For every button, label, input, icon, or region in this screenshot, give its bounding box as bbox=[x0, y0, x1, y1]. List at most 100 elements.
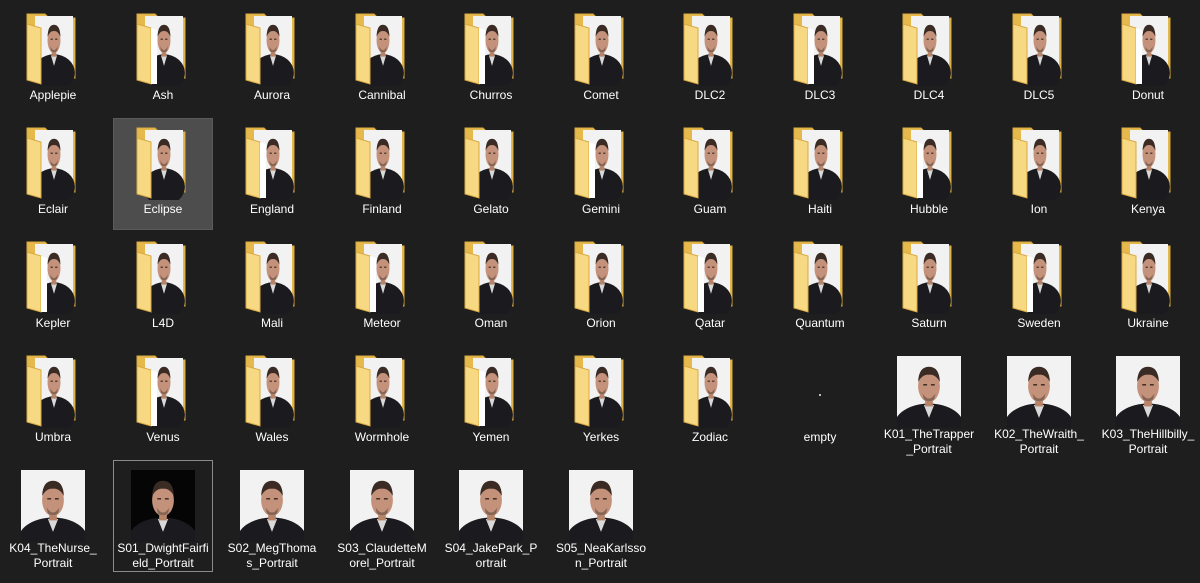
item-thumbnail bbox=[661, 8, 759, 86]
folder-item[interactable]: Umbra bbox=[3, 346, 103, 458]
item-thumbnail bbox=[990, 8, 1088, 86]
item-thumbnail bbox=[1099, 236, 1197, 314]
folder-item[interactable]: Orion bbox=[551, 232, 651, 344]
item-thumbnail bbox=[114, 8, 212, 86]
folder-item[interactable]: Eclipse bbox=[113, 118, 213, 230]
item-thumbnail bbox=[990, 122, 1088, 200]
file-item[interactable]: K01_TheTrapper_Portrait bbox=[879, 346, 979, 458]
item-label: Quantum bbox=[795, 316, 845, 330]
item-thumbnail bbox=[771, 8, 869, 86]
folder-item[interactable]: L4D bbox=[113, 232, 213, 344]
folder-item[interactable]: Eclair bbox=[3, 118, 103, 230]
portrait-image-icon bbox=[131, 470, 195, 542]
folder-item[interactable]: DLC3 bbox=[770, 4, 870, 116]
item-thumbnail bbox=[442, 8, 540, 86]
folder-item[interactable]: Ash bbox=[113, 4, 213, 116]
item-label: Gelato bbox=[473, 202, 509, 216]
file-item[interactable]: S01_DwightFairfield_Portrait bbox=[113, 460, 213, 572]
folder-item[interactable]: Comet bbox=[551, 4, 651, 116]
folder-with-portrait-icon bbox=[26, 13, 76, 86]
folder-item[interactable]: Gelato bbox=[441, 118, 541, 230]
item-thumbnail bbox=[880, 8, 978, 86]
folder-item[interactable]: DLC2 bbox=[660, 4, 760, 116]
file-item[interactable]: S02_MegThomas_Portrait bbox=[222, 460, 322, 572]
file-item[interactable]: S04_JakePark_Portrait bbox=[441, 460, 541, 572]
item-label: L4D bbox=[151, 316, 174, 330]
folder-with-portrait-icon bbox=[245, 241, 295, 314]
folder-item[interactable]: England bbox=[222, 118, 322, 230]
item-label: Saturn bbox=[911, 316, 947, 330]
folder-item[interactable]: Yemen bbox=[441, 346, 541, 458]
folder-item[interactable]: Quantum bbox=[770, 232, 870, 344]
folder-item[interactable]: Guam bbox=[660, 118, 760, 230]
folder-item[interactable]: Ukraine bbox=[1098, 232, 1198, 344]
item-label: Yerkes bbox=[582, 430, 620, 444]
folder-with-portrait-icon bbox=[355, 241, 405, 314]
item-label: Umbra bbox=[34, 430, 71, 444]
item-label: K04_TheNurse_Portrait bbox=[9, 541, 97, 570]
folder-with-portrait-icon bbox=[26, 241, 76, 314]
folder-item[interactable]: Sweden bbox=[989, 232, 1089, 344]
item-label: Orion bbox=[586, 316, 616, 330]
folder-item[interactable]: Mali bbox=[222, 232, 322, 344]
item-thumbnail bbox=[114, 236, 212, 314]
folder-item[interactable]: DLC5 bbox=[989, 4, 1089, 116]
folder-item[interactable]: Yerkes bbox=[551, 346, 651, 458]
file-item[interactable]: K04_TheNurse_Portrait bbox=[3, 460, 103, 572]
folder-item[interactable]: Finland bbox=[332, 118, 432, 230]
folder-item[interactable]: Applepie bbox=[3, 4, 103, 116]
folder-with-portrait-icon bbox=[1121, 241, 1171, 314]
item-label: Donut bbox=[1131, 88, 1165, 102]
folder-item[interactable]: Saturn bbox=[879, 232, 979, 344]
folder-with-portrait-icon bbox=[683, 13, 733, 86]
folder-item[interactable]: Wales bbox=[222, 346, 322, 458]
item-label: Eclipse bbox=[143, 202, 183, 216]
folder-item[interactable]: Aurora bbox=[222, 4, 322, 116]
folder-with-portrait-icon bbox=[574, 355, 624, 428]
item-label: Meteor bbox=[363, 316, 401, 330]
item-label: K01_TheTrapper_Portrait bbox=[883, 427, 975, 456]
folder-item[interactable]: Venus bbox=[113, 346, 213, 458]
file-item[interactable]: K02_TheWraith_Portrait bbox=[989, 346, 1089, 458]
folder-with-portrait-icon bbox=[245, 355, 295, 428]
file-item[interactable]: S05_NeaKarlsson_Portrait bbox=[551, 460, 651, 572]
folder-item[interactable]: Ion bbox=[989, 118, 1089, 230]
folder-item[interactable]: Churros bbox=[441, 4, 541, 116]
item-thumbnail bbox=[661, 350, 759, 428]
item-thumbnail bbox=[990, 350, 1088, 428]
folder-item[interactable]: Haiti bbox=[770, 118, 870, 230]
folder-item[interactable]: Donut bbox=[1098, 4, 1198, 116]
folder-item[interactable]: Meteor bbox=[332, 232, 432, 344]
folder-item[interactable]: Qatar bbox=[660, 232, 760, 344]
file-item[interactable]: empty bbox=[770, 346, 870, 458]
item-thumbnail bbox=[552, 464, 650, 542]
item-thumbnail bbox=[552, 350, 650, 428]
item-thumbnail bbox=[661, 122, 759, 200]
portrait-image-icon bbox=[569, 470, 633, 542]
item-label: Guam bbox=[693, 202, 727, 216]
folder-with-portrait-icon bbox=[136, 355, 186, 428]
item-thumbnail bbox=[880, 122, 978, 200]
item-label: England bbox=[249, 202, 295, 216]
folder-item[interactable]: Zodiac bbox=[660, 346, 760, 458]
folder-with-portrait-icon bbox=[355, 13, 405, 86]
folder-item[interactable]: Hubble bbox=[879, 118, 979, 230]
folder-item[interactable]: Kenya bbox=[1098, 118, 1198, 230]
item-label: Haiti bbox=[807, 202, 832, 216]
folder-item[interactable]: Oman bbox=[441, 232, 541, 344]
item-label: Mali bbox=[260, 316, 283, 330]
item-label: Yemen bbox=[472, 430, 510, 444]
item-label: K03_TheHillbilly_Portrait bbox=[1101, 427, 1195, 456]
folder-item[interactable]: Kepler bbox=[3, 232, 103, 344]
item-label: Oman bbox=[474, 316, 508, 330]
folder-item[interactable]: Cannibal bbox=[332, 4, 432, 116]
item-label: S01_DwightFairfield_Portrait bbox=[117, 541, 209, 570]
item-label: Gemini bbox=[581, 202, 620, 216]
folder-item[interactable]: DLC4 bbox=[879, 4, 979, 116]
item-thumbnail bbox=[4, 8, 102, 86]
file-item[interactable]: K03_TheHillbilly_Portrait bbox=[1098, 346, 1198, 458]
file-item[interactable]: S03_ClaudetteMorel_Portrait bbox=[332, 460, 432, 572]
item-label: Ukraine bbox=[1127, 316, 1169, 330]
folder-item[interactable]: Wormhole bbox=[332, 346, 432, 458]
folder-item[interactable]: Gemini bbox=[551, 118, 651, 230]
